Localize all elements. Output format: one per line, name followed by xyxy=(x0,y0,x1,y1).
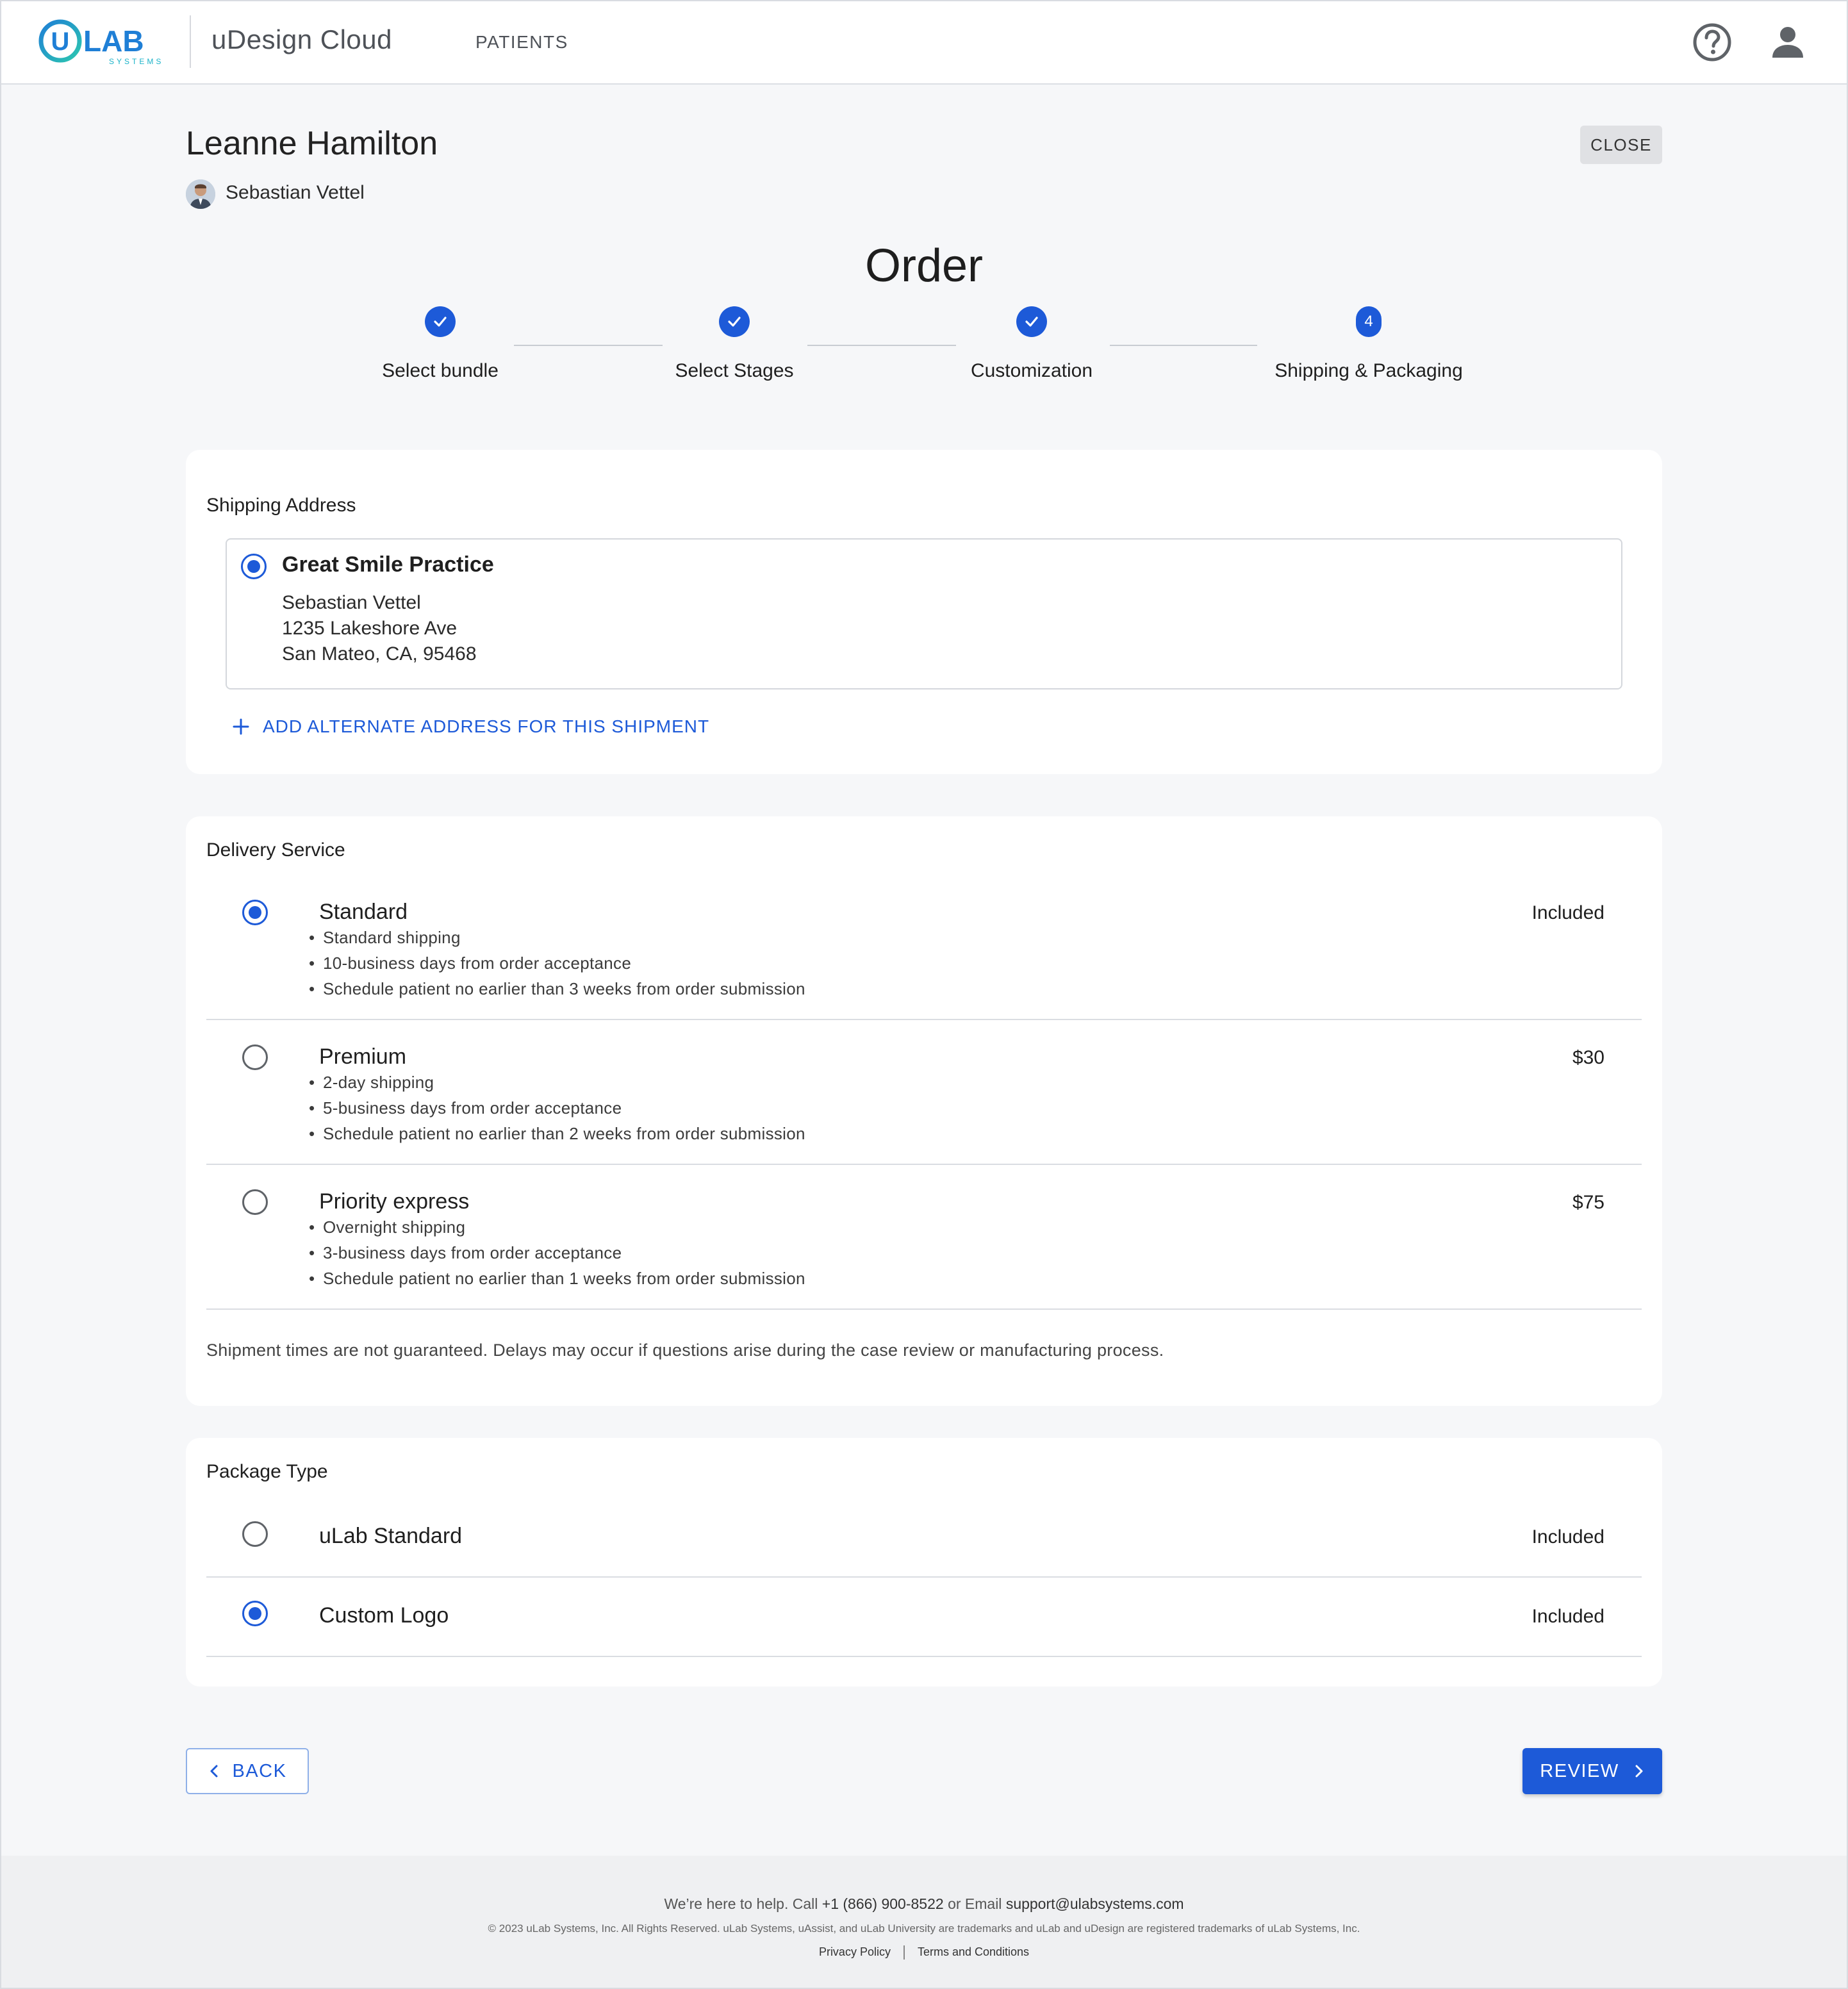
delivery-option-name: Premium xyxy=(319,1044,407,1069)
svg-text:U: U xyxy=(51,28,70,56)
footer-help-text: We’re here to help. Call +1 (866) 900-85… xyxy=(664,1895,1184,1912)
address-line-2: 1235 Lakeshore Ave xyxy=(282,618,458,639)
step-3-label: Customization xyxy=(970,360,1093,381)
address-option[interactable]: Great Smile Practice Sebastian Vettel 12… xyxy=(226,538,1622,689)
delivery-option-price: $30 xyxy=(1572,1047,1605,1068)
chevron-left-icon xyxy=(210,1765,217,1778)
delivery-bullet: 2-day shipping xyxy=(309,1073,434,1093)
option-divider xyxy=(206,1656,1642,1657)
delivery-radio-standard[interactable] xyxy=(242,900,268,925)
package-radio-custom-logo[interactable] xyxy=(242,1601,268,1626)
back-button[interactable]: BACK xyxy=(186,1748,309,1794)
practice-name: Great Smile Practice xyxy=(282,552,494,577)
option-divider xyxy=(206,1019,1642,1020)
package-option-price: Included xyxy=(1531,1606,1605,1627)
order-title: Order xyxy=(864,240,984,292)
option-divider xyxy=(206,1164,1642,1165)
step-4-label: Shipping & Packaging xyxy=(1275,360,1463,381)
step-2-check-icon xyxy=(719,306,750,337)
step-1-label: Select bundle xyxy=(382,360,499,381)
back-button-label: BACK xyxy=(232,1760,287,1781)
package-type-title: Package Type xyxy=(206,1461,328,1482)
delivery-bullet: 5-business days from order acceptance xyxy=(309,1098,622,1118)
delivery-service-title: Delivery Service xyxy=(206,839,345,861)
address-radio[interactable] xyxy=(241,554,267,579)
option-divider xyxy=(206,1576,1642,1578)
package-option-ulab-standard[interactable]: uLab Standard Included xyxy=(206,1520,1642,1558)
shipping-address-title: Shipping Address xyxy=(206,495,356,516)
delivery-bullet: Schedule patient no earlier than 3 weeks… xyxy=(309,979,805,999)
footer-links: Privacy Policy Terms and Conditions xyxy=(0,1945,1848,1960)
delivery-option-standard[interactable]: Standard Included Standard shipping 10-b… xyxy=(206,893,1642,999)
patient-name: Leanne Hamilton xyxy=(186,125,438,162)
delivery-option-premium[interactable]: Premium $30 2-day shipping 5-business da… xyxy=(206,1038,1642,1144)
package-radio-ulab-standard[interactable] xyxy=(242,1521,268,1547)
address-line-3: San Mateo, CA, 95468 xyxy=(282,643,477,664)
shipping-address-card: Shipping Address Great Smile Practice Se… xyxy=(186,450,1662,774)
support-email-link[interactable]: support@ulabsystems.com xyxy=(1006,1895,1184,1912)
delivery-option-name: Priority express xyxy=(319,1189,470,1214)
svg-text:SYSTEMS: SYSTEMS xyxy=(109,57,163,66)
step-2-label: Select Stages xyxy=(675,360,794,381)
delivery-radio-priority-express[interactable] xyxy=(242,1189,268,1215)
doctor-avatar xyxy=(186,179,215,209)
review-button[interactable]: REVIEW xyxy=(1522,1748,1662,1794)
nav-patients-link[interactable]: PATIENTS xyxy=(475,32,568,53)
delivery-radio-premium[interactable] xyxy=(242,1044,268,1070)
step-3-check-icon xyxy=(1016,306,1047,337)
step-4-number-badge: 4 xyxy=(1356,306,1382,337)
step-connector xyxy=(1110,345,1257,346)
delivery-bullet: 3-business days from order acceptance xyxy=(309,1243,622,1263)
app-title: uDesign Cloud xyxy=(211,24,393,54)
package-option-custom-logo[interactable]: Custom Logo Included xyxy=(206,1599,1642,1638)
doctor-name: Sebastian Vettel xyxy=(226,182,365,203)
option-divider xyxy=(206,1308,1642,1310)
page-footer: We’re here to help. Call +1 (866) 900-85… xyxy=(0,1856,1848,1989)
support-phone[interactable]: +1 (866) 900-8522 xyxy=(822,1895,944,1912)
svg-text:LAB: LAB xyxy=(83,24,144,58)
plus-icon xyxy=(233,718,249,735)
package-option-name: uLab Standard xyxy=(319,1524,463,1548)
delivery-bullet: Schedule patient no earlier than 1 weeks… xyxy=(309,1269,805,1289)
delivery-option-price: Included xyxy=(1531,902,1605,923)
package-option-name: Custom Logo xyxy=(319,1603,449,1628)
review-button-label: REVIEW xyxy=(1540,1760,1619,1781)
add-alternate-address-button[interactable]: ADD ALTERNATE ADDRESS FOR THIS SHIPMENT xyxy=(232,716,709,737)
top-navigation-bar: U LAB SYSTEMS uDesign Cloud PATIENTS xyxy=(0,0,1848,85)
user-account-icon[interactable] xyxy=(1767,22,1808,63)
ulab-logo[interactable]: U LAB SYSTEMS xyxy=(37,18,165,67)
delivery-option-name: Standard xyxy=(319,900,408,924)
terms-link[interactable]: Terms and Conditions xyxy=(918,1945,1029,1958)
delivery-option-priority-express[interactable]: Priority express $75 Overnight shipping … xyxy=(206,1183,1642,1289)
delivery-bullet: Overnight shipping xyxy=(309,1217,465,1237)
footer-copyright: © 2023 uLab Systems, Inc. All Rights Res… xyxy=(488,1922,1360,1935)
shipment-disclaimer: Shipment times are not guaranteed. Delay… xyxy=(206,1341,1164,1360)
add-alternate-address-label: ADD ALTERNATE ADDRESS FOR THIS SHIPMENT xyxy=(263,716,710,736)
chevron-right-icon xyxy=(1635,1765,1643,1778)
privacy-policy-link[interactable]: Privacy Policy xyxy=(819,1945,891,1958)
step-connector xyxy=(807,345,956,346)
delivery-service-card: Delivery Service Standard Included Stand… xyxy=(186,816,1662,1406)
help-icon[interactable] xyxy=(1692,22,1733,63)
step-1-check-icon xyxy=(425,306,456,337)
close-button[interactable]: CLOSE xyxy=(1580,126,1662,164)
logo-divider xyxy=(190,15,191,68)
delivery-option-price: $75 xyxy=(1572,1192,1605,1213)
address-line-1: Sebastian Vettel xyxy=(282,592,421,613)
step-connector xyxy=(514,345,663,346)
package-type-card: Package Type uLab Standard Included Cust… xyxy=(186,1438,1662,1687)
link-separator xyxy=(903,1945,905,1960)
package-option-price: Included xyxy=(1531,1526,1605,1547)
delivery-bullet: 10-business days from order acceptance xyxy=(309,953,631,973)
delivery-bullet: Schedule patient no earlier than 2 weeks… xyxy=(309,1124,805,1144)
delivery-bullet: Standard shipping xyxy=(309,928,461,948)
